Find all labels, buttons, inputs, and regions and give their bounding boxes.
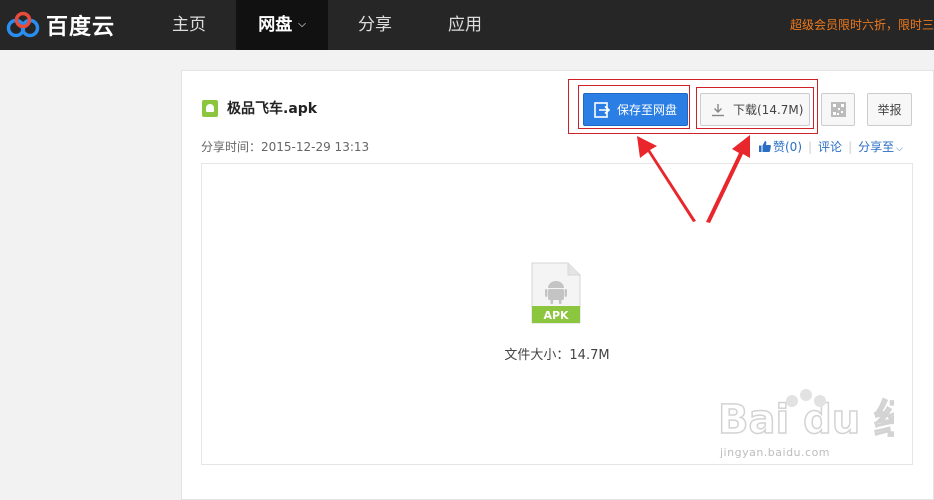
qrcode-icon: [830, 102, 846, 117]
nav-home[interactable]: 主页: [152, 0, 226, 50]
download-button[interactable]: 下载(14.7M): [700, 93, 810, 126]
download-icon: [712, 103, 724, 116]
watermark-brand: Bai du 经验: [718, 397, 894, 443]
save-icon: [594, 101, 610, 118]
nav-netdisk[interactable]: 网盘 ⌵: [236, 0, 328, 50]
report-button[interactable]: 举报: [867, 93, 912, 126]
like-link[interactable]: 赞(0): [759, 140, 802, 154]
nav-apps[interactable]: 应用: [428, 0, 502, 50]
android-file-icon: [202, 100, 218, 117]
file-name: 极品飞车.apk: [227, 101, 318, 117]
share-time: 分享时间：2015-12-29 13:13: [201, 140, 370, 154]
separator: |: [848, 140, 853, 154]
download-button-label: 下载(14.7M): [733, 103, 804, 117]
file-size: 文件大小：14.7M: [504, 348, 610, 363]
cloud-logo-icon: [6, 11, 40, 38]
chevron-down-icon: ⌵: [298, 19, 306, 30]
qrcode-button[interactable]: [821, 93, 855, 126]
share-actions: 赞(0) | 评论 | 分享至 ⌵: [759, 138, 903, 155]
vip-promo-link[interactable]: 超级会员限时六折，限时三: [790, 0, 934, 50]
top-nav-bar: 百度云 主页 网盘 ⌵ 分享 应用 超级会员限时六折，限时三: [0, 0, 934, 50]
apk-file-icon: APK: [531, 262, 581, 324]
thumbs-up-icon: [759, 141, 771, 152]
separator: |: [808, 140, 813, 154]
logo-text: 百度云: [46, 15, 116, 40]
share-to-label: 分享至: [858, 140, 895, 154]
baidu-cloud-logo[interactable]: 百度云: [6, 9, 115, 41]
nav-share[interactable]: 分享: [338, 0, 412, 50]
apk-type-label: APK: [543, 309, 569, 322]
nav-netdisk-label: 网盘: [258, 15, 293, 35]
save-to-netdisk-button[interactable]: 保存至网盘: [583, 93, 688, 126]
chevron-down-icon: ⌵: [896, 144, 903, 154]
comment-link[interactable]: 评论: [818, 140, 842, 154]
share-to-dropdown[interactable]: 分享至 ⌵: [858, 140, 903, 154]
save-button-label: 保存至网盘: [617, 103, 678, 117]
like-label: 赞(0): [773, 140, 802, 154]
watermark-url: jingyan.baidu.com: [720, 446, 831, 459]
